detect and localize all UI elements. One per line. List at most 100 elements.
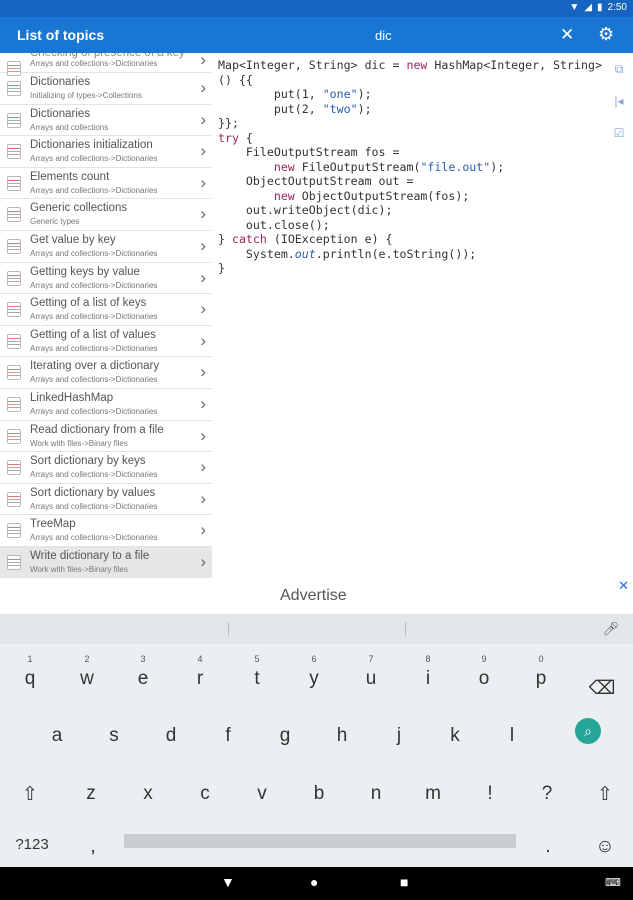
key-y[interactable]: 6y bbox=[289, 648, 339, 698]
ad-close-icon[interactable]: ✕ bbox=[618, 578, 629, 594]
list-item[interactable]: Checking of presence of a key Arrays and … bbox=[0, 53, 212, 76]
document-icon bbox=[7, 523, 21, 539]
shift-left-key[interactable]: ⇧ bbox=[5, 766, 55, 816]
list-item[interactable]: LinkedHashMap Arrays and collections->Dic… bbox=[0, 389, 212, 421]
key-z[interactable]: z bbox=[66, 766, 116, 816]
collapse-icon[interactable]: |◂ bbox=[609, 94, 629, 126]
key-m[interactable]: m bbox=[408, 766, 458, 816]
list-item[interactable]: Getting of a list of keys Arrays and coll… bbox=[0, 294, 212, 326]
key-label: p bbox=[535, 668, 547, 689]
home-icon[interactable]: ● bbox=[310, 874, 318, 890]
key-label: y bbox=[309, 668, 319, 689]
chevron-right-icon: › bbox=[200, 393, 206, 413]
shift-right-key[interactable]: ⇧ bbox=[580, 766, 630, 816]
topic-subtitle: Initializing of types->Collections bbox=[30, 91, 142, 100]
chevron-right-icon: › bbox=[200, 488, 206, 508]
key-d[interactable]: d bbox=[146, 708, 196, 758]
key-label: t bbox=[254, 668, 260, 689]
key-f[interactable]: f bbox=[203, 708, 253, 758]
key-hint: 1 bbox=[27, 654, 33, 664]
key-b[interactable]: b bbox=[294, 766, 344, 816]
space-key[interactable] bbox=[124, 834, 516, 848]
list-item[interactable]: Dictionaries Initializing of types->Colle… bbox=[0, 73, 212, 105]
topic-title: LinkedHashMap bbox=[30, 391, 114, 404]
navigation-bar: ▼ ● ■ ⌨ bbox=[0, 867, 633, 900]
key-label: j bbox=[396, 725, 402, 746]
chevron-right-icon: › bbox=[200, 53, 206, 69]
advertisement[interactable]: Advertise ✕ bbox=[0, 578, 633, 614]
chevron-right-icon: › bbox=[200, 141, 206, 161]
chevron-right-icon: › bbox=[200, 109, 206, 129]
key-v[interactable]: v bbox=[237, 766, 287, 816]
topic-title: Dictionaries bbox=[30, 76, 91, 88]
key-j[interactable]: j bbox=[374, 708, 424, 758]
key-g[interactable]: g bbox=[260, 708, 310, 758]
document-icon bbox=[7, 365, 21, 381]
symbols-key[interactable]: ?123 bbox=[8, 819, 56, 869]
topic-list[interactable]: Checking of presence of a key Arrays and … bbox=[0, 53, 212, 578]
key-t[interactable]: 5t bbox=[232, 648, 282, 698]
key-o[interactable]: 9o bbox=[459, 648, 509, 698]
list-item[interactable]: Elements count Arrays and collections->Di… bbox=[0, 168, 212, 200]
key-w[interactable]: 2w bbox=[62, 648, 112, 698]
key-label: e bbox=[137, 668, 149, 689]
key-p[interactable]: 0p bbox=[516, 648, 566, 698]
key-hint: 7 bbox=[368, 654, 374, 664]
topic-title: TreeMap bbox=[30, 518, 76, 531]
key-label: a bbox=[51, 725, 63, 746]
document-icon bbox=[7, 112, 21, 128]
key-c[interactable]: c bbox=[180, 766, 230, 816]
topic-title: Getting of a list of keys bbox=[30, 297, 147, 310]
key-h[interactable]: h bbox=[317, 708, 367, 758]
key-s[interactable]: s bbox=[89, 708, 139, 758]
code-tools: ⧉ |◂ ☑ bbox=[609, 62, 629, 158]
document-icon bbox=[7, 238, 21, 254]
list-item[interactable]: TreeMap Arrays and collections->Dictionar… bbox=[0, 515, 212, 547]
search-query[interactable]: dic bbox=[375, 28, 392, 43]
list-item[interactable]: Write dictionary to a file Work with file… bbox=[0, 546, 212, 578]
key-a[interactable]: a bbox=[32, 708, 82, 758]
list-item[interactable]: Sort dictionary by values Arrays and coll… bbox=[0, 484, 212, 516]
topic-subtitle: Arrays and collections->Dictionaries bbox=[30, 280, 158, 290]
list-item[interactable]: Get value by key Arrays and collections->… bbox=[0, 231, 212, 263]
key-x[interactable]: x bbox=[123, 766, 173, 816]
key-l[interactable]: l bbox=[487, 708, 537, 758]
key-n[interactable]: n bbox=[351, 766, 401, 816]
key-exclamation[interactable]: ! bbox=[465, 766, 515, 816]
close-icon[interactable]: ✕ bbox=[560, 25, 574, 45]
list-item[interactable]: Getting keys by value Arrays and collecti… bbox=[0, 263, 212, 295]
emoji-key[interactable]: ☺ bbox=[580, 819, 630, 869]
microphone-icon[interactable]: 🎤︎ bbox=[602, 621, 619, 637]
list-item[interactable]: Iterating over a dictionary Arrays and co… bbox=[0, 357, 212, 389]
copy-icon[interactable]: ⧉ bbox=[609, 62, 629, 94]
key-label: i bbox=[425, 668, 431, 689]
list-item[interactable]: Dictionaries Arrays and collections › bbox=[0, 105, 212, 137]
keyboard-switch-icon[interactable]: ⌨ bbox=[605, 876, 621, 889]
keyboard: 🎤︎ ⌕ ⇧ ⇧ ⌫ ?123 , . ☺ 1q2w3e4r5t6y7u8i9o… bbox=[0, 614, 633, 867]
select-all-icon[interactable]: ☑ bbox=[609, 126, 629, 158]
key-e[interactable]: 3e bbox=[118, 648, 168, 698]
key-u[interactable]: 7u bbox=[346, 648, 396, 698]
gear-icon[interactable]: ⚙ bbox=[598, 24, 614, 45]
key-hint: 9 bbox=[481, 654, 487, 664]
chevron-right-icon: › bbox=[200, 204, 206, 224]
key-q[interactable]: 1q bbox=[5, 648, 55, 698]
clock: 2:50 bbox=[607, 2, 627, 13]
backspace-key[interactable]: ⌫ bbox=[577, 660, 627, 710]
code-viewer: Map<Integer, String> dic = new HashMap<I… bbox=[218, 58, 602, 275]
list-item[interactable]: Getting of a list of values Arrays and co… bbox=[0, 326, 212, 358]
search-key[interactable]: ⌕ bbox=[575, 718, 601, 744]
period-key[interactable]: . bbox=[523, 819, 573, 869]
list-item[interactable]: Read dictionary from a file Work with fil… bbox=[0, 421, 212, 453]
key-k[interactable]: k bbox=[430, 708, 480, 758]
list-item[interactable]: Generic collections Generic types › bbox=[0, 199, 212, 231]
back-icon[interactable]: ▼ bbox=[221, 874, 235, 890]
key-question[interactable]: ? bbox=[522, 766, 572, 816]
list-item[interactable]: Sort dictionary by keys Arrays and collec… bbox=[0, 452, 212, 484]
key-r[interactable]: 4r bbox=[175, 648, 225, 698]
recents-icon[interactable]: ■ bbox=[400, 874, 408, 890]
list-item[interactable]: Dictionaries initialization Arrays and co… bbox=[0, 136, 212, 168]
key-i[interactable]: 8i bbox=[403, 648, 453, 698]
comma-key[interactable]: , bbox=[68, 819, 118, 869]
key-label: v bbox=[257, 783, 267, 804]
